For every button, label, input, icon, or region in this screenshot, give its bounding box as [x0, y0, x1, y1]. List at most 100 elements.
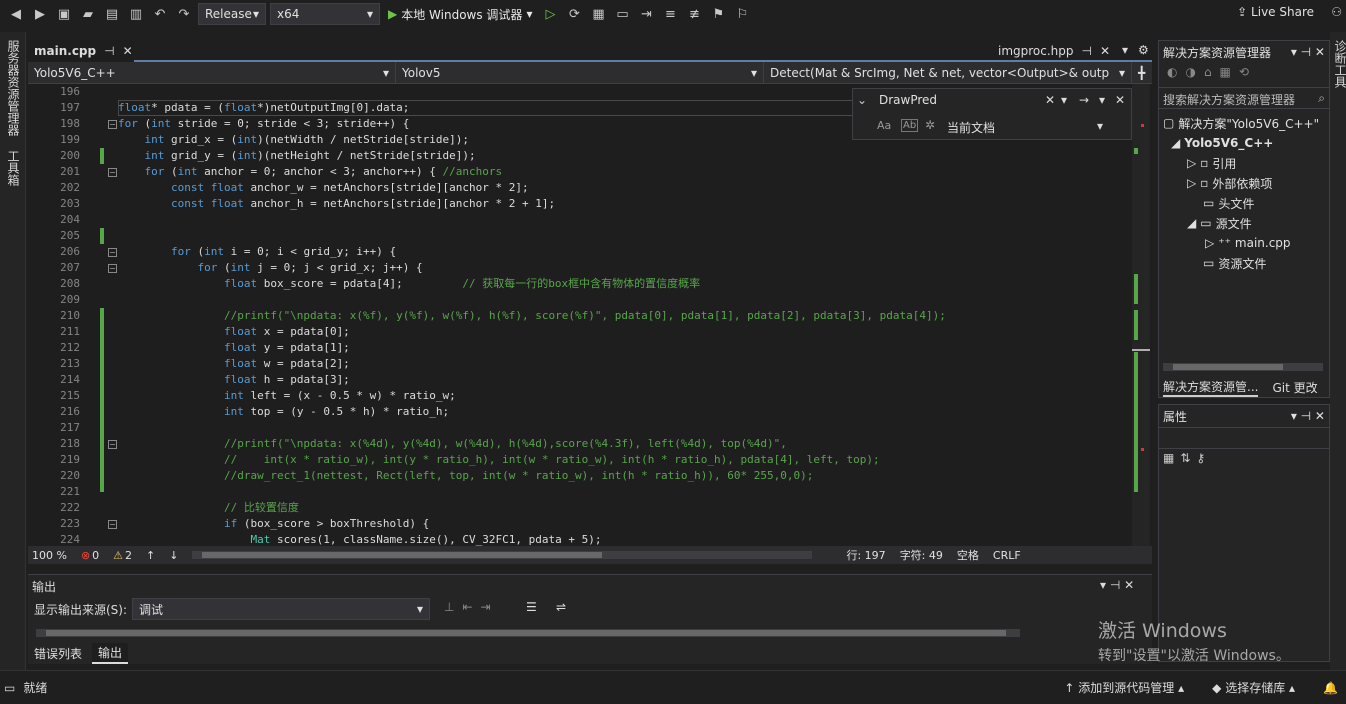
code-line[interactable]: //printf("\npdata: x(%4d), y(%4d), w(%4d…: [118, 436, 1128, 452]
tab-git-changes[interactable]: Git 更改: [1272, 379, 1317, 396]
start-debug-button[interactable]: ▶ 本地 Windows 调试器 ▾: [384, 6, 536, 23]
select-repo-button[interactable]: ◆ 选择存储库 ▴: [1212, 679, 1295, 696]
code-line[interactable]: int top = (y - 0.5 * h) * ratio_h;: [118, 404, 1128, 420]
error-count[interactable]: 0: [92, 549, 99, 562]
code-line[interactable]: [118, 420, 1128, 436]
redo-icon[interactable]: ↷: [174, 7, 194, 22]
fold-toggle[interactable]: −: [108, 168, 117, 177]
tree-node-resources[interactable]: ▭ 资源文件: [1159, 253, 1329, 273]
fold-toggle[interactable]: −: [108, 120, 117, 129]
eol-indicator[interactable]: CRLF: [993, 549, 1021, 562]
output-toolbar-icons[interactable]: ⊥⇤⇥: [444, 600, 499, 614]
run-without-debug-icon[interactable]: ▷: [540, 7, 560, 22]
add-source-control-button[interactable]: ↑ 添加到源代码管理 ▴: [1064, 679, 1184, 696]
live-share-button[interactable]: ⇪ Live Share: [1237, 5, 1314, 19]
config-select[interactable]: Release ▾: [198, 3, 266, 25]
next-issue-icon[interactable]: ↓: [169, 549, 178, 562]
tree-node-solution[interactable]: ▢ 解决方案"Yolo5V6_C++": [1159, 113, 1329, 133]
code-line[interactable]: int grid_y = (int)(netHeight / netStride…: [118, 148, 1128, 164]
chevron-down-icon[interactable]: ▾: [1097, 119, 1103, 133]
tree-node-project[interactable]: ◢ Yolo5V6_C++: [1159, 133, 1329, 153]
fold-toggle[interactable]: −: [108, 264, 117, 273]
tree-node-references[interactable]: ▷ ▫ 引用: [1159, 153, 1329, 173]
properties-toolbar[interactable]: ▦⇅⚷: [1159, 449, 1329, 473]
class-select[interactable]: Yolov5 ▾: [396, 62, 764, 83]
code-line[interactable]: int left = (x - 0.5 * w) * ratio_w;: [118, 388, 1128, 404]
toolbox-tab[interactable]: 工具箱: [5, 150, 22, 186]
panel-menu-icon[interactable]: ▾ ⊣ ✕: [1100, 578, 1134, 592]
tree-node-external[interactable]: ▷ ▫ 外部依赖项: [1159, 173, 1329, 193]
code-line[interactable]: // int(x * ratio_w), int(y * ratio_h), i…: [118, 452, 1128, 468]
properties-object-select[interactable]: [1159, 427, 1329, 449]
code-line[interactable]: for (int j = 0; j < grid_x; j++) {: [118, 260, 1128, 276]
layout-icon[interactable]: ▭: [612, 7, 632, 22]
account-icon[interactable]: ⚇: [1331, 5, 1342, 19]
step-icon[interactable]: ⇥: [636, 7, 656, 22]
whole-word-toggle[interactable]: Ab: [901, 119, 919, 132]
regex-icon[interactable]: ✲: [925, 118, 935, 132]
find-input[interactable]: DrawPred: [879, 93, 937, 107]
server-explorer-tab[interactable]: 服务器资源管理器: [5, 40, 22, 136]
code-line[interactable]: //draw_rect_1(nettest, Rect(left, top, i…: [118, 468, 1128, 484]
code-line[interactable]: float h = pdata[3];: [118, 372, 1128, 388]
hot-reload-icon[interactable]: ⟳: [564, 7, 584, 22]
split-icon[interactable]: ╋: [1132, 62, 1152, 83]
clear-all-icon[interactable]: ☰: [526, 600, 537, 614]
code-line[interactable]: //printf("\npdata: x(%f), y(%f), w(%f), …: [118, 308, 1128, 324]
comment-icon[interactable]: ≡: [660, 7, 680, 22]
panel-controls-icon[interactable]: ▾ ⊣ ✕: [1291, 409, 1325, 423]
solution-hscroll[interactable]: [1163, 363, 1323, 371]
tab-imgproc[interactable]: imgproc.hpp ⊣ ✕: [992, 40, 1116, 62]
forward-icon[interactable]: ▶: [30, 7, 50, 22]
code-line[interactable]: float y = pdata[1];: [118, 340, 1128, 356]
code-line[interactable]: [118, 212, 1128, 228]
line-indicator[interactable]: 行: 197: [846, 547, 885, 563]
save-icon[interactable]: ▤: [102, 7, 122, 22]
code-line[interactable]: float w = pdata[2];: [118, 356, 1128, 372]
code-line[interactable]: [118, 228, 1128, 244]
tab-error-list[interactable]: 错误列表: [28, 644, 88, 663]
code-editor[interactable]: 196 197 198 199 200 201 202 203 204 205 206 207 208 2…: [28, 84, 1152, 546]
uncomment-icon[interactable]: ≢: [684, 7, 704, 22]
close-icon[interactable]: ✕: [1115, 93, 1125, 107]
editor-scrollbar[interactable]: [1132, 84, 1150, 546]
expand-replace-icon[interactable]: ⌄: [857, 93, 867, 107]
code-line[interactable]: [118, 484, 1128, 500]
scroll-thumb[interactable]: [46, 630, 1006, 636]
tab-main-cpp[interactable]: main.cpp ⊣ ✕: [28, 40, 134, 62]
pin-icon[interactable]: ⊣: [1082, 44, 1092, 58]
match-case-toggle[interactable]: Aa: [877, 119, 891, 132]
code-text[interactable]: float* pdata = (float*)netOutputImg[0].d…: [118, 84, 1128, 546]
word-wrap-icon[interactable]: ⇌: [556, 600, 566, 614]
prev-issue-icon[interactable]: ↑: [146, 549, 155, 562]
bookmark-prev-icon[interactable]: ⚐: [732, 7, 752, 22]
tree-node-headers[interactable]: ▭ 头文件: [1159, 193, 1329, 213]
fold-toggle[interactable]: −: [108, 520, 117, 529]
tab-solution-explorer[interactable]: 解决方案资源管...: [1163, 378, 1259, 397]
panel-controls-icon[interactable]: ▾ ⊣ ✕: [1291, 45, 1325, 59]
project-select[interactable]: Yolo5V6_C++ ▾: [28, 62, 396, 83]
zoom-select[interactable]: 100 %: [32, 549, 67, 562]
new-project-icon[interactable]: ▣: [54, 7, 74, 22]
code-line[interactable]: [118, 292, 1128, 308]
method-select[interactable]: Detect(Mat & SrcImg, Net & net, vector<O…: [764, 62, 1132, 83]
solution-search[interactable]: 搜索解决方案资源管理器 ⌕: [1159, 87, 1329, 109]
code-line[interactable]: for (int i = 0; i < grid_y; i++) {: [118, 244, 1128, 260]
save-all-icon[interactable]: ▥: [126, 7, 146, 22]
diagnostics-tab[interactable]: 诊断工具: [1332, 40, 1346, 88]
undo-icon[interactable]: ↶: [150, 7, 170, 22]
solution-toolbar[interactable]: ◐◑⌂▦⟲: [1159, 63, 1329, 87]
close-icon[interactable]: ✕: [123, 44, 133, 58]
output-hscroll[interactable]: [36, 629, 1020, 637]
bookmark-icon[interactable]: ⚑: [708, 7, 728, 22]
code-line[interactable]: const float anchor_h = netAnchors[stride…: [118, 196, 1128, 212]
tree-node-main-cpp[interactable]: ▷ ⁺⁺ main.cpp: [1159, 233, 1329, 253]
pin-icon[interactable]: ⊣: [104, 44, 114, 58]
horizontal-scrollbar[interactable]: [192, 551, 813, 559]
scope-select[interactable]: 当前文档: [947, 119, 995, 136]
code-line[interactable]: // 比较置信度: [118, 500, 1128, 516]
code-line[interactable]: float x = pdata[0];: [118, 324, 1128, 340]
warning-count[interactable]: 2: [125, 549, 132, 562]
col-indicator[interactable]: 字符: 49: [900, 547, 943, 563]
options-icon[interactable]: ▾: [1099, 93, 1105, 107]
